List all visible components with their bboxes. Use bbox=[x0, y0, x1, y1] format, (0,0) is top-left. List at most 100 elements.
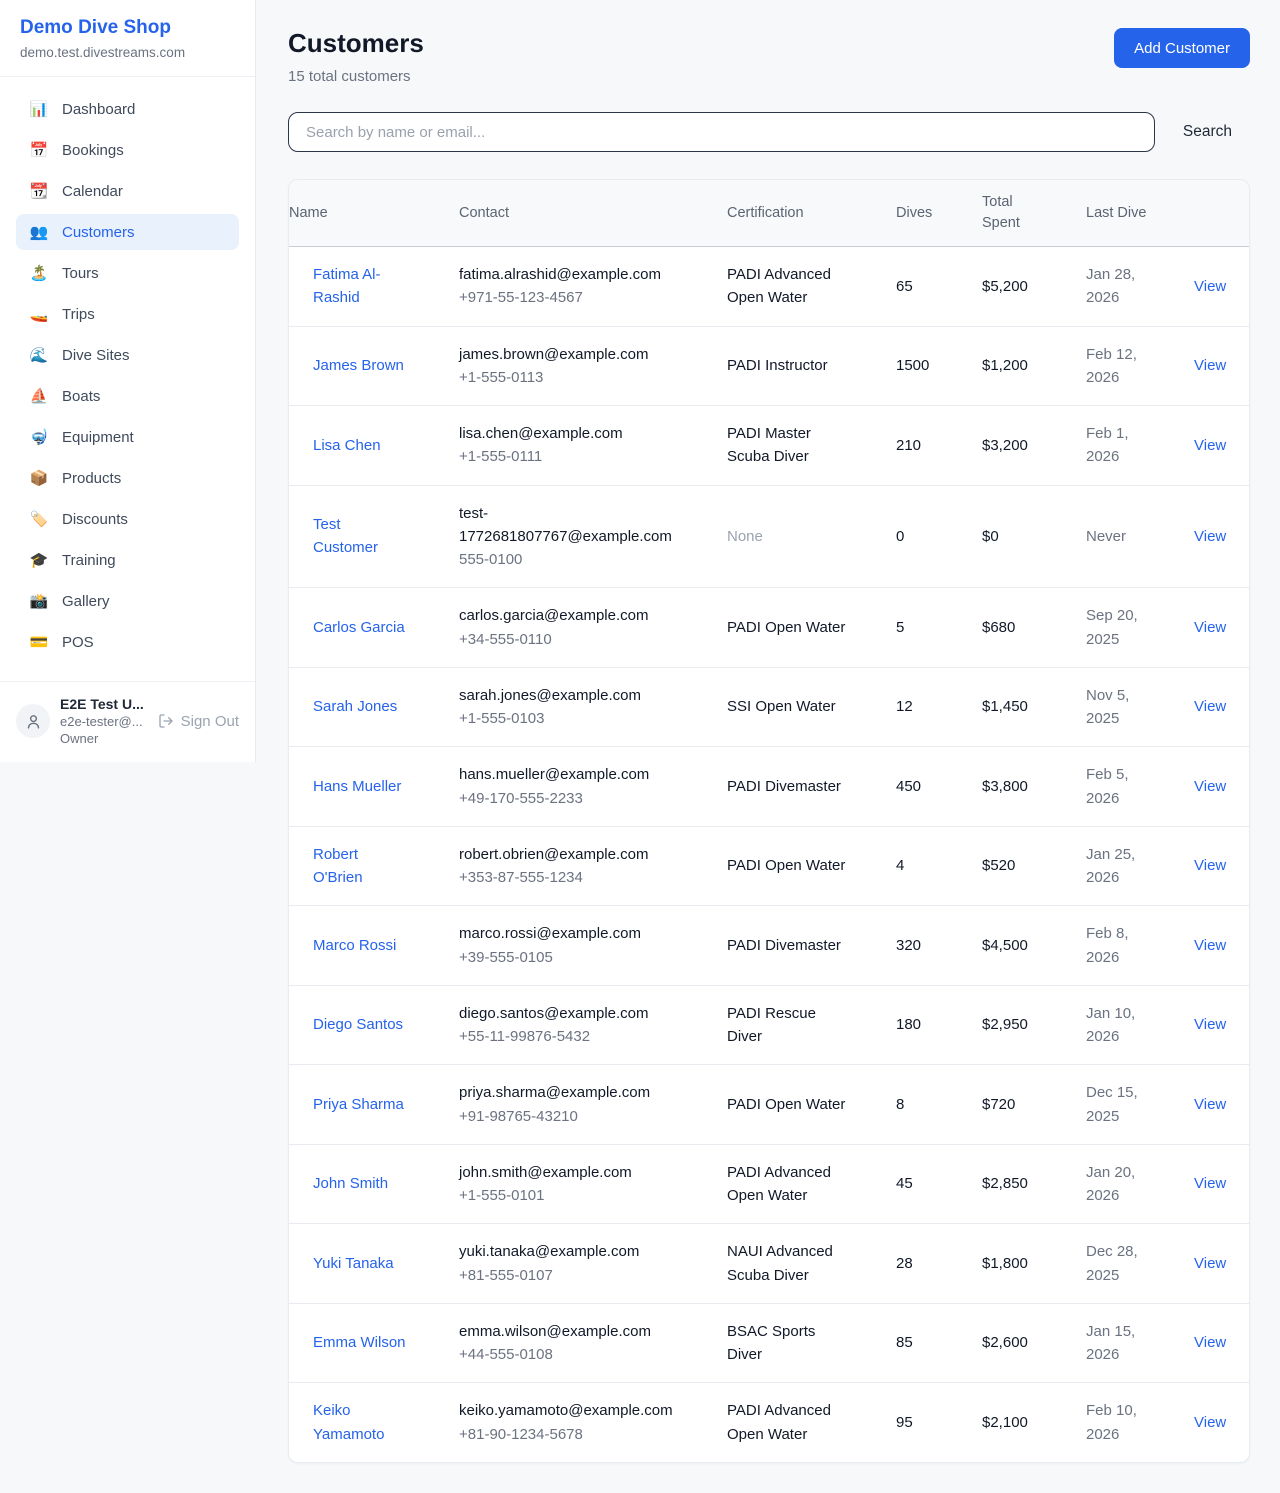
calendar-date-icon: 📅 bbox=[29, 141, 49, 159]
customer-dives: 450 bbox=[896, 747, 982, 827]
customer-phone: +39-555-0105 bbox=[459, 946, 684, 969]
table-row: John Smith john.smith@example.com +1-555… bbox=[289, 1144, 1250, 1224]
customer-dives: 28 bbox=[896, 1224, 982, 1304]
search-button[interactable]: Search bbox=[1183, 123, 1232, 141]
customer-certification: PADI Open Water bbox=[727, 854, 849, 877]
sidebar-item-products[interactable]: 📦 Products bbox=[16, 460, 239, 496]
customer-phone: +81-555-0107 bbox=[459, 1264, 684, 1287]
customer-name-link[interactable]: Carlos Garcia bbox=[313, 616, 405, 639]
sidebar-item-bookings[interactable]: 📅 Bookings bbox=[16, 132, 239, 168]
customer-certification: NAUI Advanced Scuba Diver bbox=[727, 1240, 849, 1287]
view-link[interactable]: View bbox=[1194, 857, 1226, 874]
customers-table-card: Name Contact Certification Dives bbox=[288, 179, 1250, 1463]
customer-name-link[interactable]: Yuki Tanaka bbox=[313, 1252, 394, 1275]
user-email: e2e-tester@... bbox=[60, 714, 148, 729]
user-name: E2E Test U... bbox=[60, 696, 148, 712]
customer-phone: +91-98765-43210 bbox=[459, 1105, 684, 1128]
customer-certification: PADI Advanced Open Water bbox=[727, 1161, 849, 1208]
logout-icon bbox=[158, 713, 174, 729]
sidebar-item-customers[interactable]: 👥 Customers bbox=[16, 214, 239, 250]
sidebar-item-label: Trips bbox=[62, 306, 95, 323]
sidebar-item-equipment[interactable]: 🤿 Equipment bbox=[16, 419, 239, 455]
sidebar-item-gallery[interactable]: 📸 Gallery bbox=[16, 583, 239, 619]
sidebar-item-calendar[interactable]: 📆 Calendar bbox=[16, 173, 239, 209]
customer-last-dive: Feb 10, 2026 bbox=[1086, 1399, 1158, 1446]
view-link[interactable]: View bbox=[1194, 619, 1226, 636]
customer-certification: PADI Open Water bbox=[727, 1093, 849, 1116]
customer-last-dive: Feb 5, 2026 bbox=[1086, 763, 1158, 810]
customer-name-link[interactable]: Diego Santos bbox=[313, 1013, 403, 1036]
speedboat-icon: 🚤 bbox=[29, 305, 49, 323]
view-link[interactable]: View bbox=[1194, 278, 1226, 295]
customer-name-link[interactable]: Marco Rossi bbox=[313, 934, 396, 957]
customer-name-link[interactable]: Keiko Yamamoto bbox=[313, 1399, 408, 1446]
customer-phone: +353-87-555-1234 bbox=[459, 866, 684, 889]
view-link[interactable]: View bbox=[1194, 1414, 1226, 1431]
sidebar-item-dashboard[interactable]: 📊 Dashboard bbox=[16, 91, 239, 127]
customer-last-dive: Jan 25, 2026 bbox=[1086, 843, 1158, 890]
sidebar-item-boats[interactable]: ⛵ Boats bbox=[16, 378, 239, 414]
table-body: Fatima Al-Rashid fatima.alrashid@example… bbox=[289, 247, 1250, 1462]
view-link[interactable]: View bbox=[1194, 357, 1226, 374]
customer-email: hans.mueller@example.com bbox=[459, 763, 684, 786]
sidebar-header: Demo Dive Shop demo.test.divestreams.com bbox=[0, 0, 255, 77]
customer-total-spent: $5,200 bbox=[982, 247, 1086, 327]
customer-last-dive: Feb 8, 2026 bbox=[1086, 922, 1158, 969]
view-link[interactable]: View bbox=[1194, 1175, 1226, 1192]
main-content: Customers 15 total customers Add Custome… bbox=[256, 0, 1280, 1493]
customer-name-link[interactable]: James Brown bbox=[313, 354, 404, 377]
view-link[interactable]: View bbox=[1194, 1016, 1226, 1033]
table-row: Robert O'Brien robert.obrien@example.com… bbox=[289, 826, 1250, 906]
sidebar-item-dive-sites[interactable]: 🌊 Dive Sites bbox=[16, 337, 239, 373]
customer-total-spent: $2,100 bbox=[982, 1383, 1086, 1462]
sidebar-item-discounts[interactable]: 🏷️ Discounts bbox=[16, 501, 239, 537]
sidebar-item-pos[interactable]: 💳 POS bbox=[16, 624, 239, 660]
sidebar-item-trips[interactable]: 🚤 Trips bbox=[16, 296, 239, 332]
column-header: Contact bbox=[459, 180, 727, 247]
sidebar: Demo Dive Shop demo.test.divestreams.com… bbox=[0, 0, 256, 762]
customer-name-link[interactable]: Hans Mueller bbox=[313, 775, 401, 798]
search-input[interactable] bbox=[288, 112, 1155, 152]
view-link[interactable]: View bbox=[1194, 778, 1226, 795]
table-row: Carlos Garcia carlos.garcia@example.com … bbox=[289, 588, 1250, 668]
view-link[interactable]: View bbox=[1194, 1096, 1226, 1113]
customer-total-spent: $2,950 bbox=[982, 985, 1086, 1065]
view-link[interactable]: View bbox=[1194, 698, 1226, 715]
customer-email: lisa.chen@example.com bbox=[459, 422, 684, 445]
customer-name-link[interactable]: Robert O'Brien bbox=[313, 843, 408, 890]
customer-count: 15 total customers bbox=[288, 68, 424, 85]
customer-email: sarah.jones@example.com bbox=[459, 684, 684, 707]
sidebar-item-tours[interactable]: 🏝️ Tours bbox=[16, 255, 239, 291]
view-link[interactable]: View bbox=[1194, 1334, 1226, 1351]
customer-name-link[interactable]: Emma Wilson bbox=[313, 1331, 406, 1354]
column-header: Total Spent bbox=[982, 180, 1086, 247]
customer-dives: 320 bbox=[896, 906, 982, 986]
customer-name-link[interactable]: Test Customer bbox=[313, 513, 408, 560]
wave-icon: 🌊 bbox=[29, 346, 49, 364]
customer-name-link[interactable]: Sarah Jones bbox=[313, 695, 397, 718]
view-link[interactable]: View bbox=[1194, 437, 1226, 454]
customer-certification: BSAC Sports Diver bbox=[727, 1320, 849, 1367]
customer-total-spent: $2,600 bbox=[982, 1303, 1086, 1383]
sign-out-button[interactable]: Sign Out bbox=[158, 713, 239, 730]
customer-name-link[interactable]: Fatima Al-Rashid bbox=[313, 263, 408, 310]
customer-dives: 12 bbox=[896, 667, 982, 747]
customer-name-link[interactable]: Priya Sharma bbox=[313, 1093, 404, 1116]
view-link[interactable]: View bbox=[1194, 528, 1226, 545]
view-link[interactable]: View bbox=[1194, 937, 1226, 954]
customer-phone: +1-555-0111 bbox=[459, 445, 684, 468]
table-header-row: Name Contact Certification Dives bbox=[289, 180, 1250, 247]
sidebar-item-label: Gallery bbox=[62, 593, 110, 610]
customer-phone: +1-555-0103 bbox=[459, 707, 684, 730]
customer-dives: 95 bbox=[896, 1383, 982, 1462]
bar-chart-icon: 📊 bbox=[29, 100, 49, 118]
sidebar-item-label: Equipment bbox=[62, 429, 134, 446]
sidebar-item-training[interactable]: 🎓 Training bbox=[16, 542, 239, 578]
table-row: Test Customer test-1772681807767@example… bbox=[289, 485, 1250, 588]
add-customer-button[interactable]: Add Customer bbox=[1114, 28, 1250, 68]
view-link[interactable]: View bbox=[1194, 1255, 1226, 1272]
customer-name-link[interactable]: Lisa Chen bbox=[313, 434, 381, 457]
customer-name-link[interactable]: John Smith bbox=[313, 1172, 388, 1195]
customer-phone: +81-90-1234-5678 bbox=[459, 1423, 684, 1446]
sidebar-item-label: Training bbox=[62, 552, 116, 569]
